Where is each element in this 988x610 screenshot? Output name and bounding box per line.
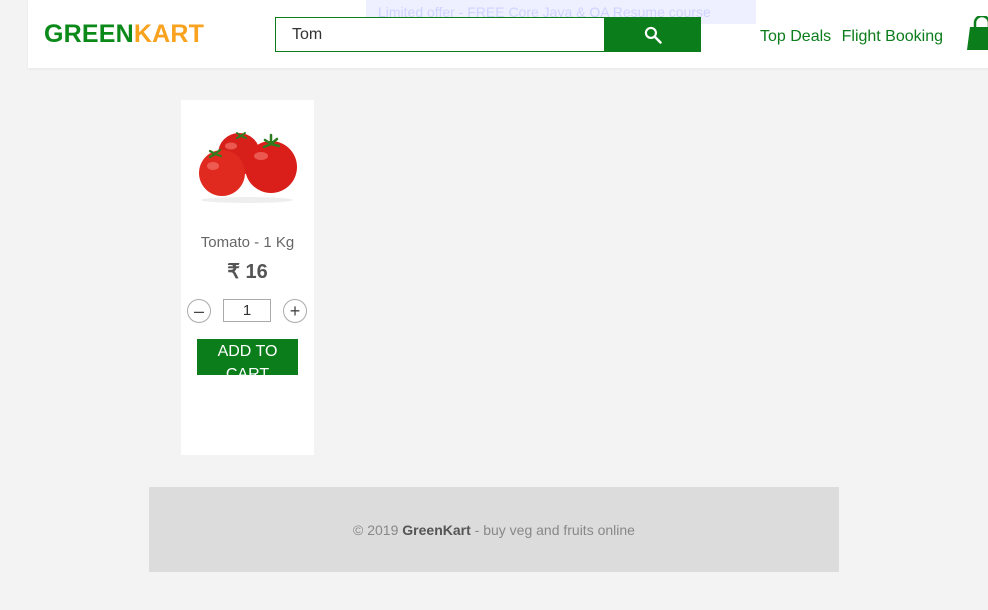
decrement-button[interactable]: – [187, 299, 211, 323]
product-price: ₹ 16 [227, 261, 268, 283]
logo-part-kart: KART [133, 20, 205, 48]
page-footer: © 2019 GreenKart - buy veg and fruits on… [149, 487, 839, 572]
product-name: Tomato - 1 Kg [200, 234, 295, 251]
search-form [275, 17, 701, 52]
search-input[interactable] [275, 17, 605, 52]
footer-copyright: © 2019 [353, 521, 403, 538]
increment-button[interactable]: + [283, 299, 307, 323]
logo-part-green: GREEN [44, 20, 134, 48]
header-nav: Top Deals Flight Booking [760, 28, 949, 46]
nav-top-deals[interactable]: Top Deals [760, 28, 831, 45]
product-card: Tomato - 1 Kg ₹ 16 – + ADD TO CART [181, 100, 314, 455]
add-to-cart-button[interactable]: ADD TO CART [197, 339, 298, 375]
shopping-bag-icon [967, 14, 988, 50]
footer-text: © 2019 GreenKart - buy veg and fruits on… [353, 522, 635, 538]
cart-button[interactable] [967, 14, 988, 57]
search-icon [644, 26, 662, 44]
search-button[interactable] [604, 17, 701, 52]
greenkart-logo[interactable]: GREENKART [44, 20, 204, 49]
nav-flight-booking[interactable]: Flight Booking [842, 28, 943, 45]
footer-tagline: - buy veg and fruits online [470, 521, 635, 538]
product-image [199, 132, 297, 203]
top-header: GREENKART Limited offer - FREE Core Java… [28, 0, 988, 68]
quantity-input[interactable] [223, 299, 271, 322]
footer-brand: GreenKart [402, 521, 471, 538]
